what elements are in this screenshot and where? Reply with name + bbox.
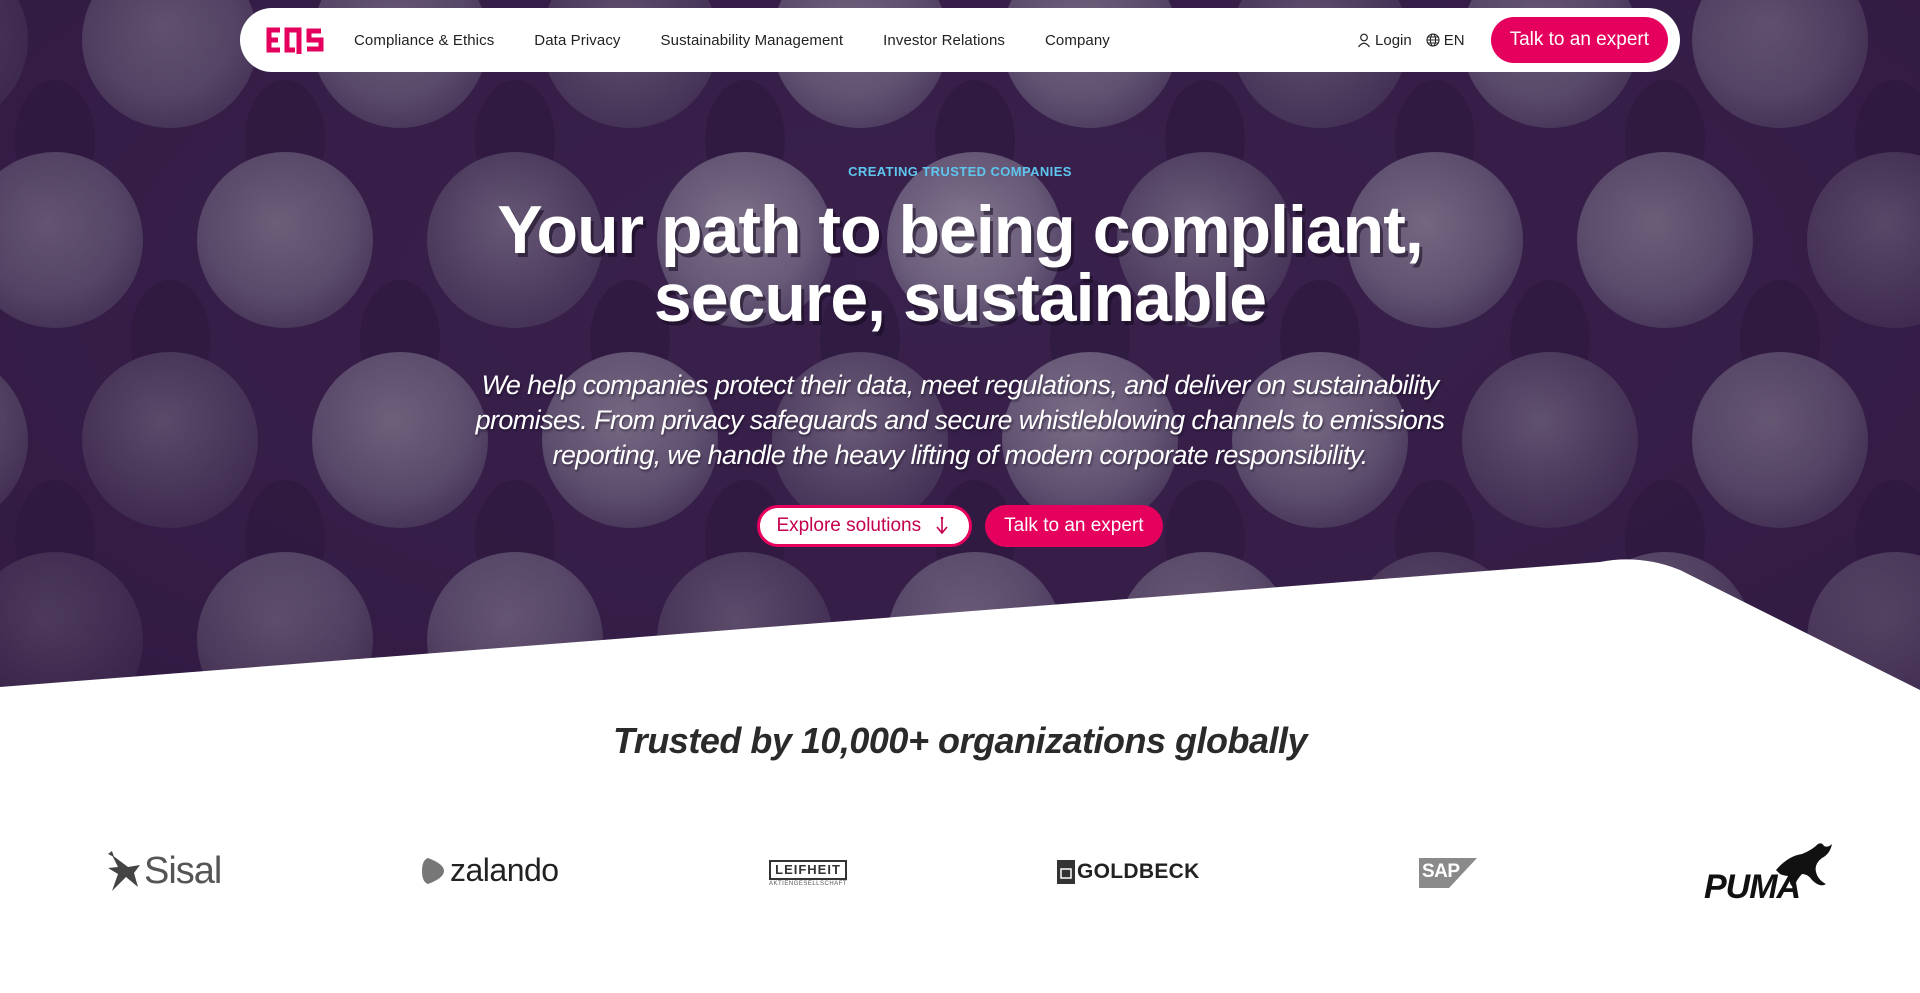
goldbeck-logo: GOLDBECK xyxy=(1057,860,1200,884)
zalando-flag-mark xyxy=(422,857,444,884)
nav-company[interactable]: Company xyxy=(1045,32,1110,49)
sisal-logo: Sisal xyxy=(106,850,222,893)
puma-logo: PUMA xyxy=(1704,840,1834,906)
headline-line-1: Your path to being compliant, xyxy=(497,192,1423,268)
language-selector[interactable]: EN xyxy=(1426,32,1465,49)
talk-to-expert-hero-button[interactable]: Talk to an expert xyxy=(985,505,1163,547)
hero-headline: Your path to being compliant, secure, su… xyxy=(0,196,1920,332)
customer-logos: Sisal zalando LEIFHEIT AKTIENGESELLSCHAF… xyxy=(0,832,1920,912)
goldbeck-mark xyxy=(1057,860,1075,884)
nav-investor-relations[interactable]: Investor Relations xyxy=(883,32,1005,49)
zalando-wordmark: zalando xyxy=(450,852,559,888)
explore-solutions-button[interactable]: Explore solutions xyxy=(757,505,973,547)
trusted-heading: Trusted by 10,000+ organizations globall… xyxy=(612,720,1308,761)
user-icon xyxy=(1358,33,1371,47)
globe-icon xyxy=(1426,33,1440,47)
sap-wordmark: SAP xyxy=(1422,861,1460,882)
leifheit-wordmark: LEIFHEIT xyxy=(769,860,847,880)
leifheit-logo: LEIFHEIT AKTIENGESELLSCHAFT xyxy=(769,860,847,887)
nav-sustainability-management[interactable]: Sustainability Management xyxy=(661,32,844,49)
headline-line-2: secure, sustainable xyxy=(653,260,1267,336)
primary-nav: Compliance & Ethics Data Privacy Sustain… xyxy=(354,32,1150,49)
nav-compliance-ethics[interactable]: Compliance & Ethics xyxy=(354,32,494,49)
arrow-down-icon xyxy=(936,516,948,535)
hero-cta-row: Explore solutions Talk to an expert xyxy=(0,505,1920,547)
talk-to-expert-nav-button[interactable]: Talk to an expert xyxy=(1490,17,1668,63)
nav-data-privacy[interactable]: Data Privacy xyxy=(534,32,620,49)
zalando-logo: zalando xyxy=(420,852,559,889)
hero-eyebrow: CREATING TRUSTED COMPANIES xyxy=(848,164,1072,179)
goldbeck-wordmark: GOLDBECK xyxy=(1077,860,1200,883)
hero-section xyxy=(0,0,1920,700)
nav-utilities: Login EN Talk to an expert xyxy=(1357,17,1668,63)
sisal-wordmark: Sisal xyxy=(144,850,222,892)
sap-logo: SAP xyxy=(1419,858,1477,888)
puma-wordmark: PUMA xyxy=(1704,868,1801,906)
login-label: Login xyxy=(1375,31,1412,49)
eqs-logo-mark xyxy=(266,27,324,54)
top-navbar: Compliance & Ethics Data Privacy Sustain… xyxy=(240,8,1680,72)
sisal-star-mark xyxy=(108,850,140,891)
login-link[interactable]: Login xyxy=(1357,32,1412,49)
language-label: EN xyxy=(1443,31,1465,49)
leifheit-tagline: AKTIENGESELLSCHAFT xyxy=(769,881,848,887)
explore-solutions-label: Explore solutions xyxy=(776,515,922,536)
hero-wave-divider xyxy=(0,559,1920,700)
eqs-logo[interactable] xyxy=(266,24,324,56)
hero-subhead: We help companies protect their data, me… xyxy=(475,370,1445,470)
